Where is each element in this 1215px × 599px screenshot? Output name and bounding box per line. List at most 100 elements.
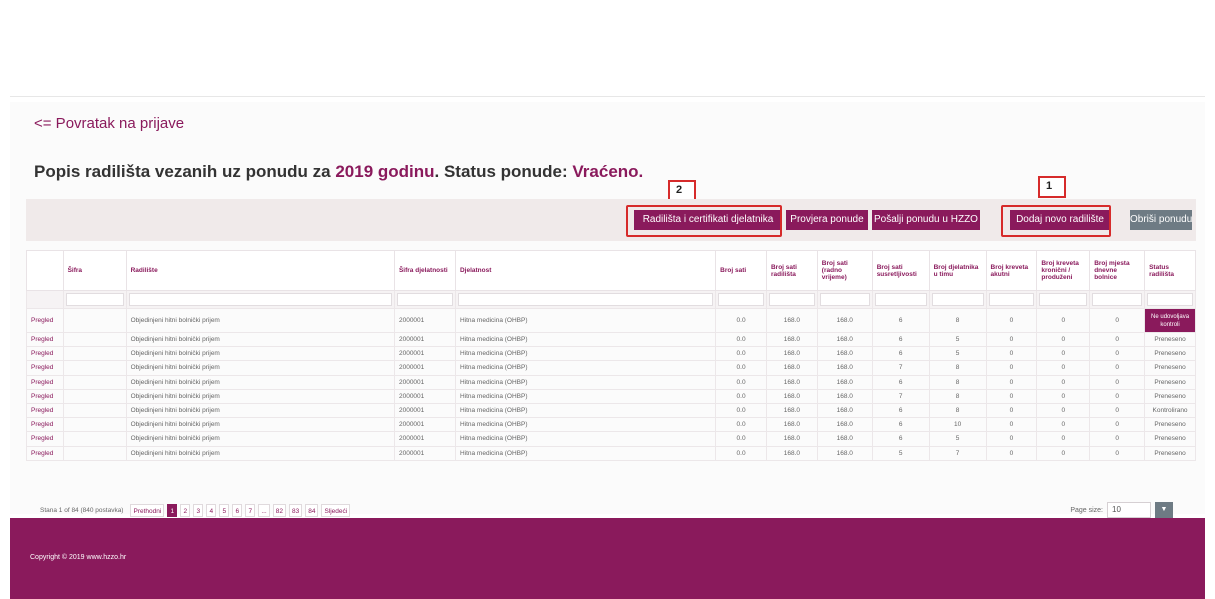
table-row[interactable]: Pregled Objedinjeni hitni bolnički prijem… [26,346,1196,362]
view-link[interactable]: Pregled [26,331,64,348]
filter-input[interactable] [1039,293,1088,306]
column-header[interactable]: Broj sati radilišta [765,250,818,291]
chronic-beds-cell: 0 [1036,331,1091,348]
code-cell [62,431,127,447]
table-row[interactable]: Pregled Objedinjeni hitni bolnički prijem… [26,431,1196,447]
column-header[interactable]: Djelatnost [454,250,717,291]
view-link[interactable]: Pregled [26,308,64,333]
filter-input[interactable] [1147,293,1193,306]
worksite-cell: Objedinjeni hitni bolnički prijem [125,431,395,447]
column-header[interactable]: Šifra djelatnosti [393,250,456,291]
page-button[interactable]: 3 [193,504,204,517]
filter-cell[interactable] [816,290,873,309]
acute-beds-cell: 0 [985,431,1038,447]
table-row[interactable]: Pregled Objedinjeni hitni bolnički prijem… [26,417,1196,433]
filter-input[interactable] [819,293,870,306]
review-offer-button[interactable]: Provjera ponude [786,210,868,230]
page-button[interactable]: 7 [245,504,256,517]
column-header[interactable]: Šifra [62,250,127,291]
filter-cell[interactable] [715,290,767,309]
filter-cell[interactable] [1144,290,1196,309]
activity-cell: Hitna medicina (OHBP) [454,360,717,376]
filter-cell[interactable] [1089,290,1146,309]
column-header[interactable]: Broj kreveta akutni [985,250,1038,291]
hours-cell: 0.0 [715,388,767,404]
filter-cell[interactable] [454,290,717,309]
view-link[interactable]: Pregled [26,417,64,433]
view-link[interactable]: Pregled [26,402,64,419]
column-header[interactable]: Broj sati (radno vrijeme) [816,250,873,291]
column-header[interactable]: Broj kreveta kronični / produženi [1036,250,1091,291]
filter-input[interactable] [396,293,453,306]
table-row[interactable]: Pregled Objedinjeni hitni bolnički prijem… [26,331,1196,348]
offer-status: Vraćeno. [572,162,644,181]
day-hospital-cell: 0 [1089,431,1146,447]
filter-input[interactable] [128,293,392,306]
filter-input[interactable] [1092,293,1143,306]
page-button[interactable]: 6 [232,504,243,517]
table-row[interactable]: Pregled Objedinjeni hitni bolnički prijem… [26,402,1196,419]
table-row[interactable]: Pregled Objedinjeni hitni bolnički prijem… [26,374,1196,390]
chevron-down-icon[interactable]: ▼ [1155,502,1173,518]
worksite-cell: Objedinjeni hitni bolnički prijem [125,445,395,461]
view-link[interactable]: Pregled [26,346,64,362]
status-cell: Preneseno [1144,417,1196,433]
hours-cell: 0.0 [715,417,767,433]
back-to-applications-link[interactable]: <= Povratak na prijave [34,115,184,132]
view-link[interactable]: Pregled [26,431,64,447]
column-header[interactable]: Status radilišta [1144,250,1196,291]
send-offer-button[interactable]: Pošalji ponudu u HZZO [872,210,980,230]
activity-cell: Hitna medicina (OHBP) [454,346,717,362]
filter-input[interactable] [874,293,927,306]
activity-code-cell: 2000001 [393,346,456,362]
prev-page-button[interactable]: Prethodni [130,504,165,517]
filter-cell[interactable] [1036,290,1091,309]
activity-cell: Hitna medicina (OHBP) [454,374,717,390]
view-link[interactable]: Pregled [26,374,64,390]
filter-cell[interactable] [871,290,930,309]
column-header[interactable] [26,250,64,291]
page-button[interactable]: 5 [219,504,230,517]
page-size-select[interactable]: 10 [1107,502,1151,518]
column-header[interactable]: Broj sati susretljivosti [871,250,930,291]
hours-cell: 0.0 [715,360,767,376]
table-row[interactable]: Pregled Objedinjeni hitni bolnički prijem… [26,445,1196,461]
next-page-button[interactable]: Sljedeći [321,504,351,517]
page-button[interactable]: 1 [167,504,178,517]
worksite-hours-cell: 168.0 [765,346,818,362]
acute-beds-cell: 0 [985,360,1038,376]
filter-cell[interactable] [393,290,456,309]
filter-cell[interactable] [985,290,1038,309]
table-row[interactable]: Pregled Objedinjeni hitni bolnički prijem… [26,360,1196,376]
filter-input[interactable] [65,293,124,306]
filter-cell[interactable] [62,290,127,309]
page-button[interactable]: 2 [180,504,191,517]
footer: Copyright © 2019 www.hzzo.hr [10,518,1205,599]
standby-hours-cell: 6 [871,402,930,419]
filter-cell[interactable] [125,290,395,309]
column-header[interactable]: Broj mjesta dnevne bolnice [1089,250,1146,291]
page-button[interactable]: 4 [206,504,217,517]
column-header[interactable]: Radilište [125,250,395,291]
filter-input[interactable] [457,293,714,306]
chronic-beds-cell: 0 [1036,417,1091,433]
table-row[interactable]: Pregled Objedinjeni hitni bolnički prijem… [26,388,1196,404]
table-row[interactable]: Pregled Objedinjeni hitni bolnički prijem… [26,308,1196,333]
view-link[interactable]: Pregled [26,388,64,404]
column-header[interactable]: Broj djelatnika u timu [928,250,987,291]
column-header[interactable]: Broj sati [715,250,767,291]
hours-cell: 0.0 [715,331,767,348]
delete-offer-button[interactable]: Obriši ponudu [1130,210,1192,230]
view-link[interactable]: Pregled [26,360,64,376]
page-button[interactable]: 82 [272,504,286,517]
filter-cell[interactable] [765,290,818,309]
view-link[interactable]: Pregled [26,445,64,461]
filter-input[interactable] [931,293,984,306]
filter-input[interactable] [718,293,764,306]
page-button[interactable]: 84 [305,504,319,517]
filter-cell[interactable] [928,290,987,309]
filter-input[interactable] [768,293,815,306]
filter-input[interactable] [988,293,1035,306]
page-button[interactable]: 83 [288,504,303,517]
status-cell: Preneseno [1144,360,1196,376]
